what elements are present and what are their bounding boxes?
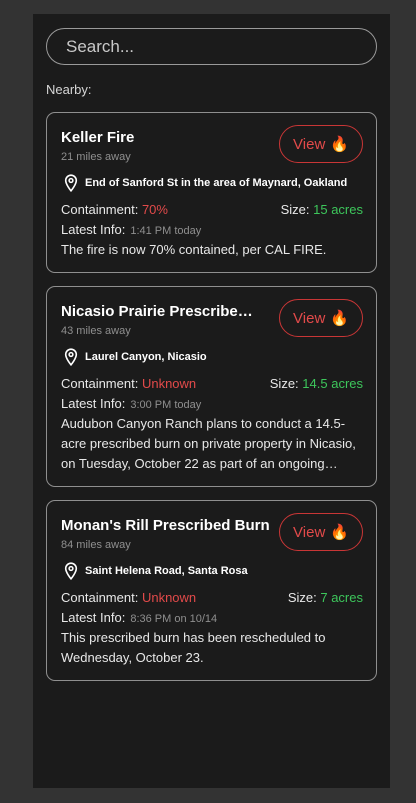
size-value: 15 acres	[313, 202, 363, 217]
containment-row: Containment: 70% Size: 15 acres	[61, 202, 363, 217]
containment-label: Containment:	[61, 590, 139, 605]
latest-info-time: 1:41 PM today	[130, 225, 202, 237]
size-label: Size:	[287, 590, 317, 605]
fire-location: Laurel Canyon, Nicasio	[63, 348, 207, 366]
fire-description: Audubon Canyon Ranch plans to conduct a …	[61, 416, 356, 471]
latest-info-row: Latest Info: 1:41 PM today	[61, 222, 363, 237]
view-label: View	[293, 135, 326, 153]
size-field: Size: 7 acres	[288, 590, 363, 605]
view-label: View	[293, 309, 326, 327]
view-button[interactable]: View 🔥	[279, 513, 363, 551]
fire-location: End of Sanford St in the area of Maynard…	[63, 174, 347, 192]
containment-value: Unknown	[141, 376, 197, 391]
flame-icon: 🔥	[330, 310, 349, 327]
fire-title: Nicasio Prairie Prescribed Burn	[61, 303, 261, 320]
fire-title: Keller Fire	[61, 129, 135, 146]
nearby-label: Nearby:	[46, 82, 92, 97]
flame-icon: 🔥	[330, 524, 349, 541]
latest-info-label: Latest Info:	[61, 610, 126, 625]
latest-info-label: Latest Info:	[61, 396, 126, 411]
size-field: Size: 15 acres	[281, 202, 363, 217]
size-label: Size:	[280, 202, 310, 217]
fire-description: This prescribed burn has been reschedule…	[61, 630, 326, 665]
containment-value: Unknown	[141, 590, 197, 605]
location-text: Laurel Canyon, Nicasio	[85, 351, 207, 363]
fire-distance: 21 miles away	[61, 151, 131, 163]
containment-row: Containment: Unknown Size: 7 acres	[61, 590, 363, 605]
latest-info-time: 8:36 PM on 10/14	[130, 613, 218, 625]
view-label: View	[293, 523, 326, 541]
location-pin-icon	[64, 562, 78, 580]
fire-card: Nicasio Prairie Prescribed Burn 43 miles…	[46, 286, 377, 487]
latest-info-row: Latest Info: 3:00 PM today	[61, 396, 363, 411]
size-label: Size:	[269, 376, 299, 391]
containment-row: Containment: Unknown Size: 14.5 acres	[61, 376, 363, 391]
search-input[interactable]	[46, 28, 377, 65]
containment-value: 70%	[141, 202, 168, 217]
size-value: 14.5 acres	[302, 376, 363, 391]
size-field: Size: 14.5 acres	[270, 376, 363, 391]
latest-info-time: 3:00 PM today	[130, 399, 202, 411]
fire-location: Saint Helena Road, Santa Rosa	[63, 562, 248, 580]
fire-distance: 43 miles away	[61, 325, 131, 337]
latest-info-row: Latest Info: 8:36 PM on 10/14	[61, 610, 363, 625]
flame-icon: 🔥	[330, 136, 349, 153]
fire-title: Monan's Rill Prescribed Burn	[61, 517, 270, 534]
latest-info-label: Latest Info:	[61, 222, 126, 237]
location-text: Saint Helena Road, Santa Rosa	[85, 565, 248, 577]
size-value: 7 acres	[320, 590, 363, 605]
fire-description: The fire is now 70% contained, per CAL F…	[61, 242, 327, 257]
fire-card: Keller Fire 21 miles away View 🔥 End of …	[46, 112, 377, 273]
containment-label: Containment:	[61, 376, 139, 391]
view-button[interactable]: View 🔥	[279, 125, 363, 163]
fire-card: Monan's Rill Prescribed Burn 84 miles aw…	[46, 500, 377, 681]
view-button[interactable]: View 🔥	[279, 299, 363, 337]
location-text: End of Sanford St in the area of Maynard…	[85, 177, 348, 189]
containment-label: Containment:	[61, 202, 139, 217]
location-pin-icon	[64, 174, 78, 192]
fire-list-panel: Nearby: Keller Fire 21 miles away View 🔥…	[33, 14, 390, 788]
fire-distance: 84 miles away	[61, 539, 131, 551]
location-pin-icon	[64, 348, 78, 366]
